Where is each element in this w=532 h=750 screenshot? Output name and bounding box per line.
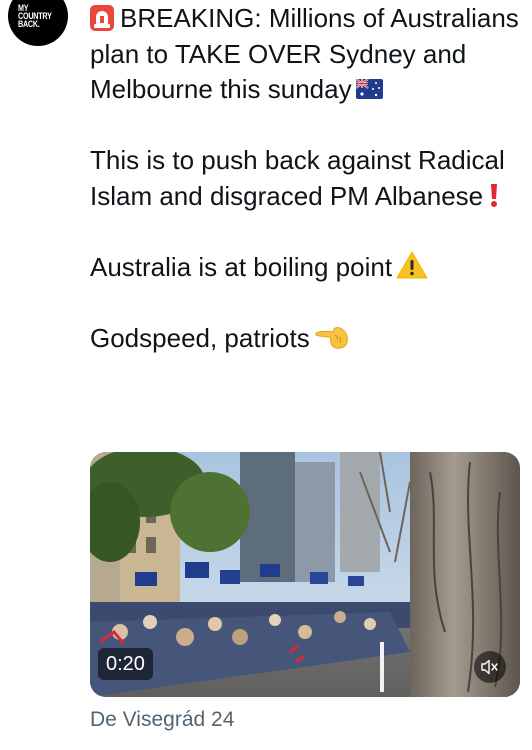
speaker-muted-icon xyxy=(481,659,498,675)
tweet-text-godspeed: Godspeed, patriots xyxy=(90,322,310,353)
video-duration: 0:20 xyxy=(98,648,153,680)
tweet-paragraph-breaking: BREAKING: Millions of Australians plan t… xyxy=(90,1,520,108)
tweet-text-breaking: BREAKING: Millions of Australians plan t… xyxy=(90,3,519,104)
tweet-paragraph-pushback: This is to push back against Radical Isl… xyxy=(90,143,520,214)
tweet-text: BREAKING: Millions of Australians plan t… xyxy=(90,1,520,356)
video-source-attribution[interactable]: De Visegrád 24 xyxy=(90,708,234,732)
video-player[interactable]: 0:20 xyxy=(90,452,520,697)
mute-button[interactable] xyxy=(474,651,506,683)
tweet-text-boiling: Australia is at boiling point xyxy=(90,251,393,282)
video-thumbnail xyxy=(90,452,520,697)
red-exclamation-icon xyxy=(491,183,498,207)
warning-icon xyxy=(396,251,428,278)
siren-icon xyxy=(90,5,114,31)
australia-flag-icon xyxy=(355,79,383,99)
avatar[interactable]: MY COUNTRY BACK. xyxy=(8,0,68,46)
avatar-logo-text: MY COUNTRY BACK. xyxy=(18,3,52,29)
tweet-paragraph-godspeed: Godspeed, patriots xyxy=(90,321,520,357)
tweet-paragraph-boiling: Australia is at boiling point xyxy=(90,250,520,286)
pointing-hand-icon xyxy=(315,326,348,349)
tweet-text-pushback: This is to push back against Radical Isl… xyxy=(90,145,505,211)
